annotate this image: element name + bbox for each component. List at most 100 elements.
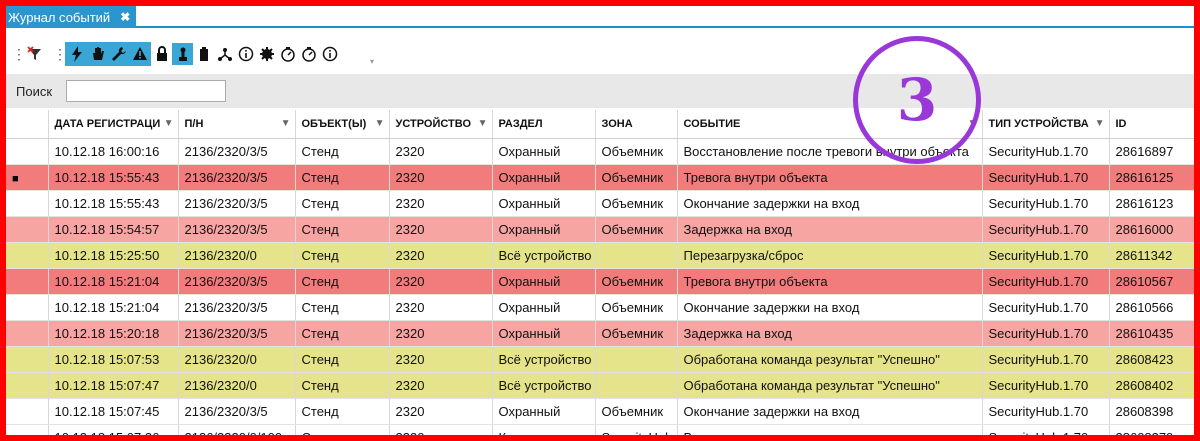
wrench-icon[interactable] [108,43,129,65]
column-header-4[interactable]: УСТРОЙСТВО ▼ [389,110,493,139]
table-cell: Задержка на вход [677,216,983,243]
table-cell: 2320 [389,164,493,191]
close-icon[interactable]: ✖ [120,10,130,24]
column-header-5[interactable]: РАЗДЕЛ [492,110,596,139]
toolbar-overflow-icon[interactable]: ▾ [370,57,374,66]
table-cell: Охранный [492,294,596,321]
table-cell: SecurityHub.1.70 [982,216,1110,243]
column-header-label: П/Н [184,117,204,130]
table-cell: Стенд [295,242,390,269]
table-cell: Охранный [492,268,596,295]
column-filter-icon[interactable]: ▼ [164,118,174,129]
row-indicator-cell [6,242,49,269]
column-header-label: СОБЫТИЕ [683,117,741,130]
table-cell: 2136/2320/3/5 [178,268,296,295]
camera-icon[interactable]: ■ [12,173,19,185]
column-filter-icon[interactable]: ▼ [1095,118,1105,129]
timer-2-icon[interactable] [298,43,319,65]
column-filter-icon[interactable]: ▼ [375,118,385,129]
table-cell: 2320 [389,294,493,321]
table-cell: Объемник [595,138,678,165]
events-table: ДАТА РЕГИСТРАЦИ ▼ П/Н ▼ ОБЪЕКТ(Ы) ▼ УСТРОЙСТВО… [6,110,1194,435]
lock-icon[interactable] [151,43,172,65]
table-cell: 2136/2320/0 [178,372,296,399]
table-cell: 28608398 [1109,398,1194,425]
table-cell: 2320 [389,398,493,425]
table-row[interactable]: 10.12.18 15:07:45 2136/2320/3/5 Стенд 2320 О… [6,398,1194,425]
table-cell: Охранный [492,320,596,347]
row-indicator-cell [6,372,49,399]
table-cell: Задержка на вход [677,320,983,347]
table-cell: 10.12.18 15:20:18 [48,320,179,347]
table-cell: Обработана команда результат "Успешно" [677,372,983,399]
table-cell: Стенд [295,294,390,321]
table-row[interactable]: 10.12.18 15:07:47 2136/2320/0 Стенд 2320 Всё… [6,372,1194,399]
info-2-icon[interactable] [319,43,340,65]
table-cell: 2136/2320/3/5 [178,216,296,243]
gear-icon[interactable] [256,43,277,65]
table-cell: Окончание задержки на вход [677,398,983,425]
battery-icon[interactable] [193,43,214,65]
network-icon[interactable] [214,43,235,65]
column-filter-icon[interactable]: ▼ [478,118,488,129]
table-row[interactable]: 10.12.18 15:25:50 2136/2320/0 Стенд 2320 Всё… [6,242,1194,269]
table-cell: Тревога внутри объекта [677,164,983,191]
lightning-icon[interactable] [66,43,87,65]
table-cell: Объемник [595,294,678,321]
search-input[interactable] [66,80,227,102]
table-row[interactable]: ■ 10.12.18 15:55:43 2136/2320/3/5 Стенд 2320… [6,164,1194,191]
table-cell: 2136/2320/3/5 [178,398,296,425]
hand-icon[interactable] [87,43,108,65]
table-cell: 28608402 [1109,372,1194,399]
column-header-0[interactable] [6,110,49,139]
column-header-label: УСТРОЙСТВО [395,117,472,130]
table-cell: Объемник [595,164,678,191]
table-row[interactable]: 10.12.18 15:55:43 2136/2320/3/5 Стенд 2320 О… [6,190,1194,217]
table-cell: Восстановление после тревоги внутри объе… [677,138,983,165]
column-header-6[interactable]: ЗОНА [595,110,678,139]
column-header-7[interactable]: СОБЫТИЕ ▼ [677,110,983,139]
toolbar-grip-icon[interactable]: ⋮ [12,45,26,63]
table-cell: 28610566 [1109,294,1194,321]
table-cell: SecurityHub.1.70 [982,268,1110,295]
table-row[interactable]: 10.12.18 15:07:36 2136/2320/0/100 Стенд 232… [6,424,1194,435]
table-row[interactable]: 10.12.18 15:21:04 2136/2320/3/5 Стенд 2320 О… [6,294,1194,321]
row-indicator-cell [6,424,49,435]
toolbar-grip-icon[interactable]: ⋮ [53,45,67,63]
filter-clear-icon[interactable] [24,43,45,65]
column-filter-icon[interactable]: ▼ [968,118,978,129]
table-cell: Перезагрузка/сброс [677,242,983,269]
table-cell: 10.12.18 15:54:57 [48,216,179,243]
table-cell: 2136/2320/0 [178,242,296,269]
table-row[interactable]: 10.12.18 16:00:16 2136/2320/3/5 Стенд 2320 О… [6,138,1194,165]
row-indicator-cell [6,346,49,373]
table-cell: SecurityHub.1.70 [982,346,1110,373]
table-cell: Охранный [492,138,596,165]
table-cell: Стенд [295,138,390,165]
warning-icon[interactable] [129,43,150,65]
table-row[interactable]: 10.12.18 15:07:53 2136/2320/0 Стенд 2320 Всё… [6,346,1194,373]
column-header-9[interactable]: ID [1109,110,1194,139]
table-cell: 2136/2320/0 [178,346,296,373]
table-cell: 10.12.18 15:07:45 [48,398,179,425]
table-row[interactable]: 10.12.18 15:21:04 2136/2320/3/5 Стенд 2320 О… [6,268,1194,295]
search-bar: Поиск [6,74,1194,108]
info-icon[interactable] [235,43,256,65]
table-cell: 28610567 [1109,268,1194,295]
timer-icon[interactable] [277,43,298,65]
table-cell: Охранный [492,164,596,191]
column-filter-icon[interactable]: ▼ [281,118,291,129]
column-header-8[interactable]: ТИП УСТРОЙСТВА ▼ [982,110,1110,139]
touch-icon[interactable] [172,43,193,65]
table-cell: Объемник [595,268,678,295]
column-header-3[interactable]: ОБЪЕКТ(Ы) ▼ [295,110,390,139]
column-header-label: ДАТА РЕГИСТРАЦИ [54,117,161,130]
table-body: 10.12.18 16:00:16 2136/2320/3/5 Стенд 2320 О… [6,138,1194,435]
table-row[interactable]: 10.12.18 15:20:18 2136/2320/3/5 Стенд 2320 О… [6,320,1194,347]
column-header-1[interactable]: ДАТА РЕГИСТРАЦИ ▼ [48,110,179,139]
tab-bar: Журнал событий ✖ [6,6,1194,28]
table-row[interactable]: 10.12.18 15:54:57 2136/2320/3/5 Стенд 2320 О… [6,216,1194,243]
tab-event-log[interactable]: Журнал событий ✖ [6,6,136,28]
column-header-2[interactable]: П/Н ▼ [178,110,296,139]
table-cell: 2136/2320/3/5 [178,320,296,347]
